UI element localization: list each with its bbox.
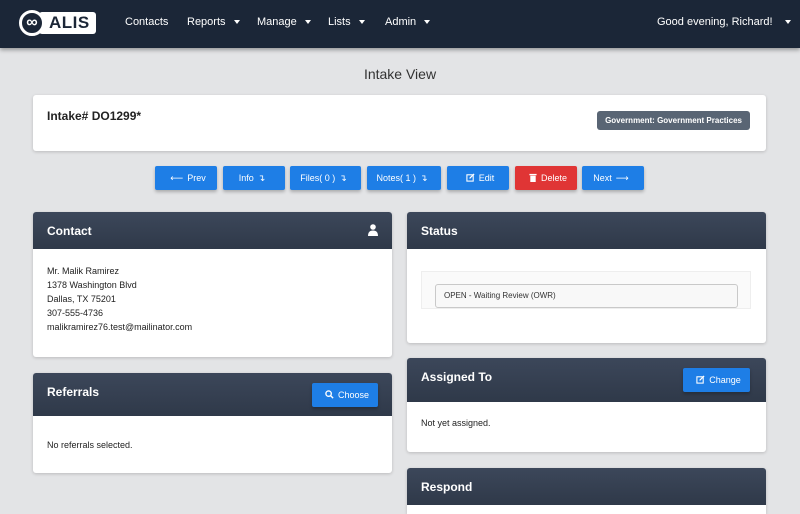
respond-panel: Respond: [407, 468, 766, 514]
nav-reports[interactable]: Reports: [187, 16, 240, 28]
status-panel: Status OPEN - Waiting Review (OWR): [407, 212, 766, 343]
prev-button[interactable]: ⟵ Prev: [155, 166, 217, 190]
contact-panel: Contact Mr. Malik Ramirez 1378 Washingto…: [33, 212, 392, 357]
assigned-empty-text: Not yet assigned.: [421, 418, 491, 428]
chevron-down-icon: [424, 20, 431, 24]
chevron-down-icon: [304, 20, 311, 24]
prev-label: Prev: [187, 173, 206, 183]
top-navbar: ∞ ALIS Contacts Reports Manage Lists Adm…: [0, 0, 800, 48]
logo-text: ALIS: [39, 12, 96, 34]
edit-button[interactable]: Edit: [447, 166, 509, 190]
nav-contacts[interactable]: Contacts: [125, 16, 168, 28]
status-container: OPEN - Waiting Review (OWR): [421, 271, 751, 309]
next-button[interactable]: Next ⟶: [582, 166, 644, 190]
intake-card: Intake# DO1299* Government: Government P…: [33, 95, 766, 151]
respond-header-title: Respond: [421, 480, 473, 494]
alis-logo[interactable]: ∞ ALIS: [19, 10, 103, 36]
user-greeting: Good evening, Richard!: [657, 16, 773, 28]
referrals-empty-text: No referrals selected.: [47, 440, 133, 450]
assigned-header-title: Assigned To: [421, 370, 493, 384]
chevron-down-icon: [784, 20, 791, 24]
nav-lists-label: Lists: [328, 16, 351, 28]
trash-icon: [529, 173, 537, 184]
contact-address-line2: Dallas, TX 75201: [47, 294, 116, 304]
info-button[interactable]: Info ↴: [223, 166, 285, 190]
contact-email: malikramirez76.test@mailinator.com: [47, 322, 193, 332]
choose-referral-button[interactable]: Choose: [312, 383, 378, 407]
contact-name: Mr. Malik Ramirez: [47, 266, 120, 276]
change-label: Change: [709, 375, 741, 385]
status-header-title: Status: [421, 224, 458, 238]
referrals-header-title: Referrals: [47, 385, 100, 399]
nav-reports-label: Reports: [187, 16, 226, 28]
person-icon: [368, 224, 378, 236]
nav-manage[interactable]: Manage: [257, 16, 311, 28]
arrow-down-right-icon: ↴: [419, 172, 428, 183]
referrals-panel-header: Referrals Choose: [33, 373, 392, 416]
edit-icon: [466, 172, 475, 184]
respond-panel-header: Respond: [407, 468, 766, 505]
status-panel-header: Status: [407, 212, 766, 249]
nav-admin[interactable]: Admin: [385, 16, 431, 28]
contact-details: Mr. Malik Ramirez 1378 Washington Blvd D…: [47, 264, 192, 334]
notes-button[interactable]: Notes( 1 ) ↴: [367, 166, 441, 190]
infinity-logo-icon: ∞: [19, 10, 45, 36]
delete-button[interactable]: Delete: [515, 166, 577, 190]
page-title: Intake View: [363, 66, 437, 82]
arrow-left-icon: ⟵: [170, 172, 184, 183]
user-greeting-menu[interactable]: Good evening, Richard!: [657, 16, 791, 28]
edit-icon: [696, 374, 705, 386]
contact-phone: 307-555-4736: [47, 308, 104, 318]
info-label: Info: [238, 173, 254, 183]
status-field[interactable]: OPEN - Waiting Review (OWR): [435, 284, 738, 308]
arrow-right-icon: ⟶: [615, 172, 629, 183]
assigned-panel-header: Assigned To Change: [407, 358, 766, 402]
nav-admin-label: Admin: [385, 16, 417, 28]
chevron-down-icon: [358, 20, 365, 24]
intake-number: Intake# DO1299*: [47, 109, 142, 123]
government-badge: Government: Government Practices: [597, 111, 750, 130]
nav-contacts-label: Contacts: [125, 16, 169, 28]
assigned-to-panel: Assigned To Change Not yet assigned.: [407, 358, 766, 452]
files-label: Files( 0 ): [300, 173, 336, 183]
nav-manage-label: Manage: [257, 16, 297, 28]
next-label: Next: [593, 173, 612, 183]
notes-label: Notes( 1 ): [376, 173, 416, 183]
referrals-panel: Referrals Choose No referrals selected.: [33, 373, 392, 473]
delete-label: Delete: [540, 173, 567, 183]
chevron-down-icon: [233, 20, 240, 24]
arrow-down-right-icon: ↴: [339, 172, 347, 183]
files-button[interactable]: Files( 0 ) ↴: [290, 166, 361, 190]
choose-label: Choose: [337, 390, 370, 400]
edit-label: Edit: [478, 173, 495, 183]
contact-header-title: Contact: [47, 224, 92, 238]
contact-panel-header: Contact: [33, 212, 392, 249]
contact-address-line1: 1378 Washington Blvd: [47, 280, 137, 290]
search-icon: [325, 389, 334, 401]
arrow-down-right-icon: ↴: [257, 172, 266, 183]
change-assignee-button[interactable]: Change: [683, 368, 750, 392]
nav-lists[interactable]: Lists: [328, 16, 365, 28]
